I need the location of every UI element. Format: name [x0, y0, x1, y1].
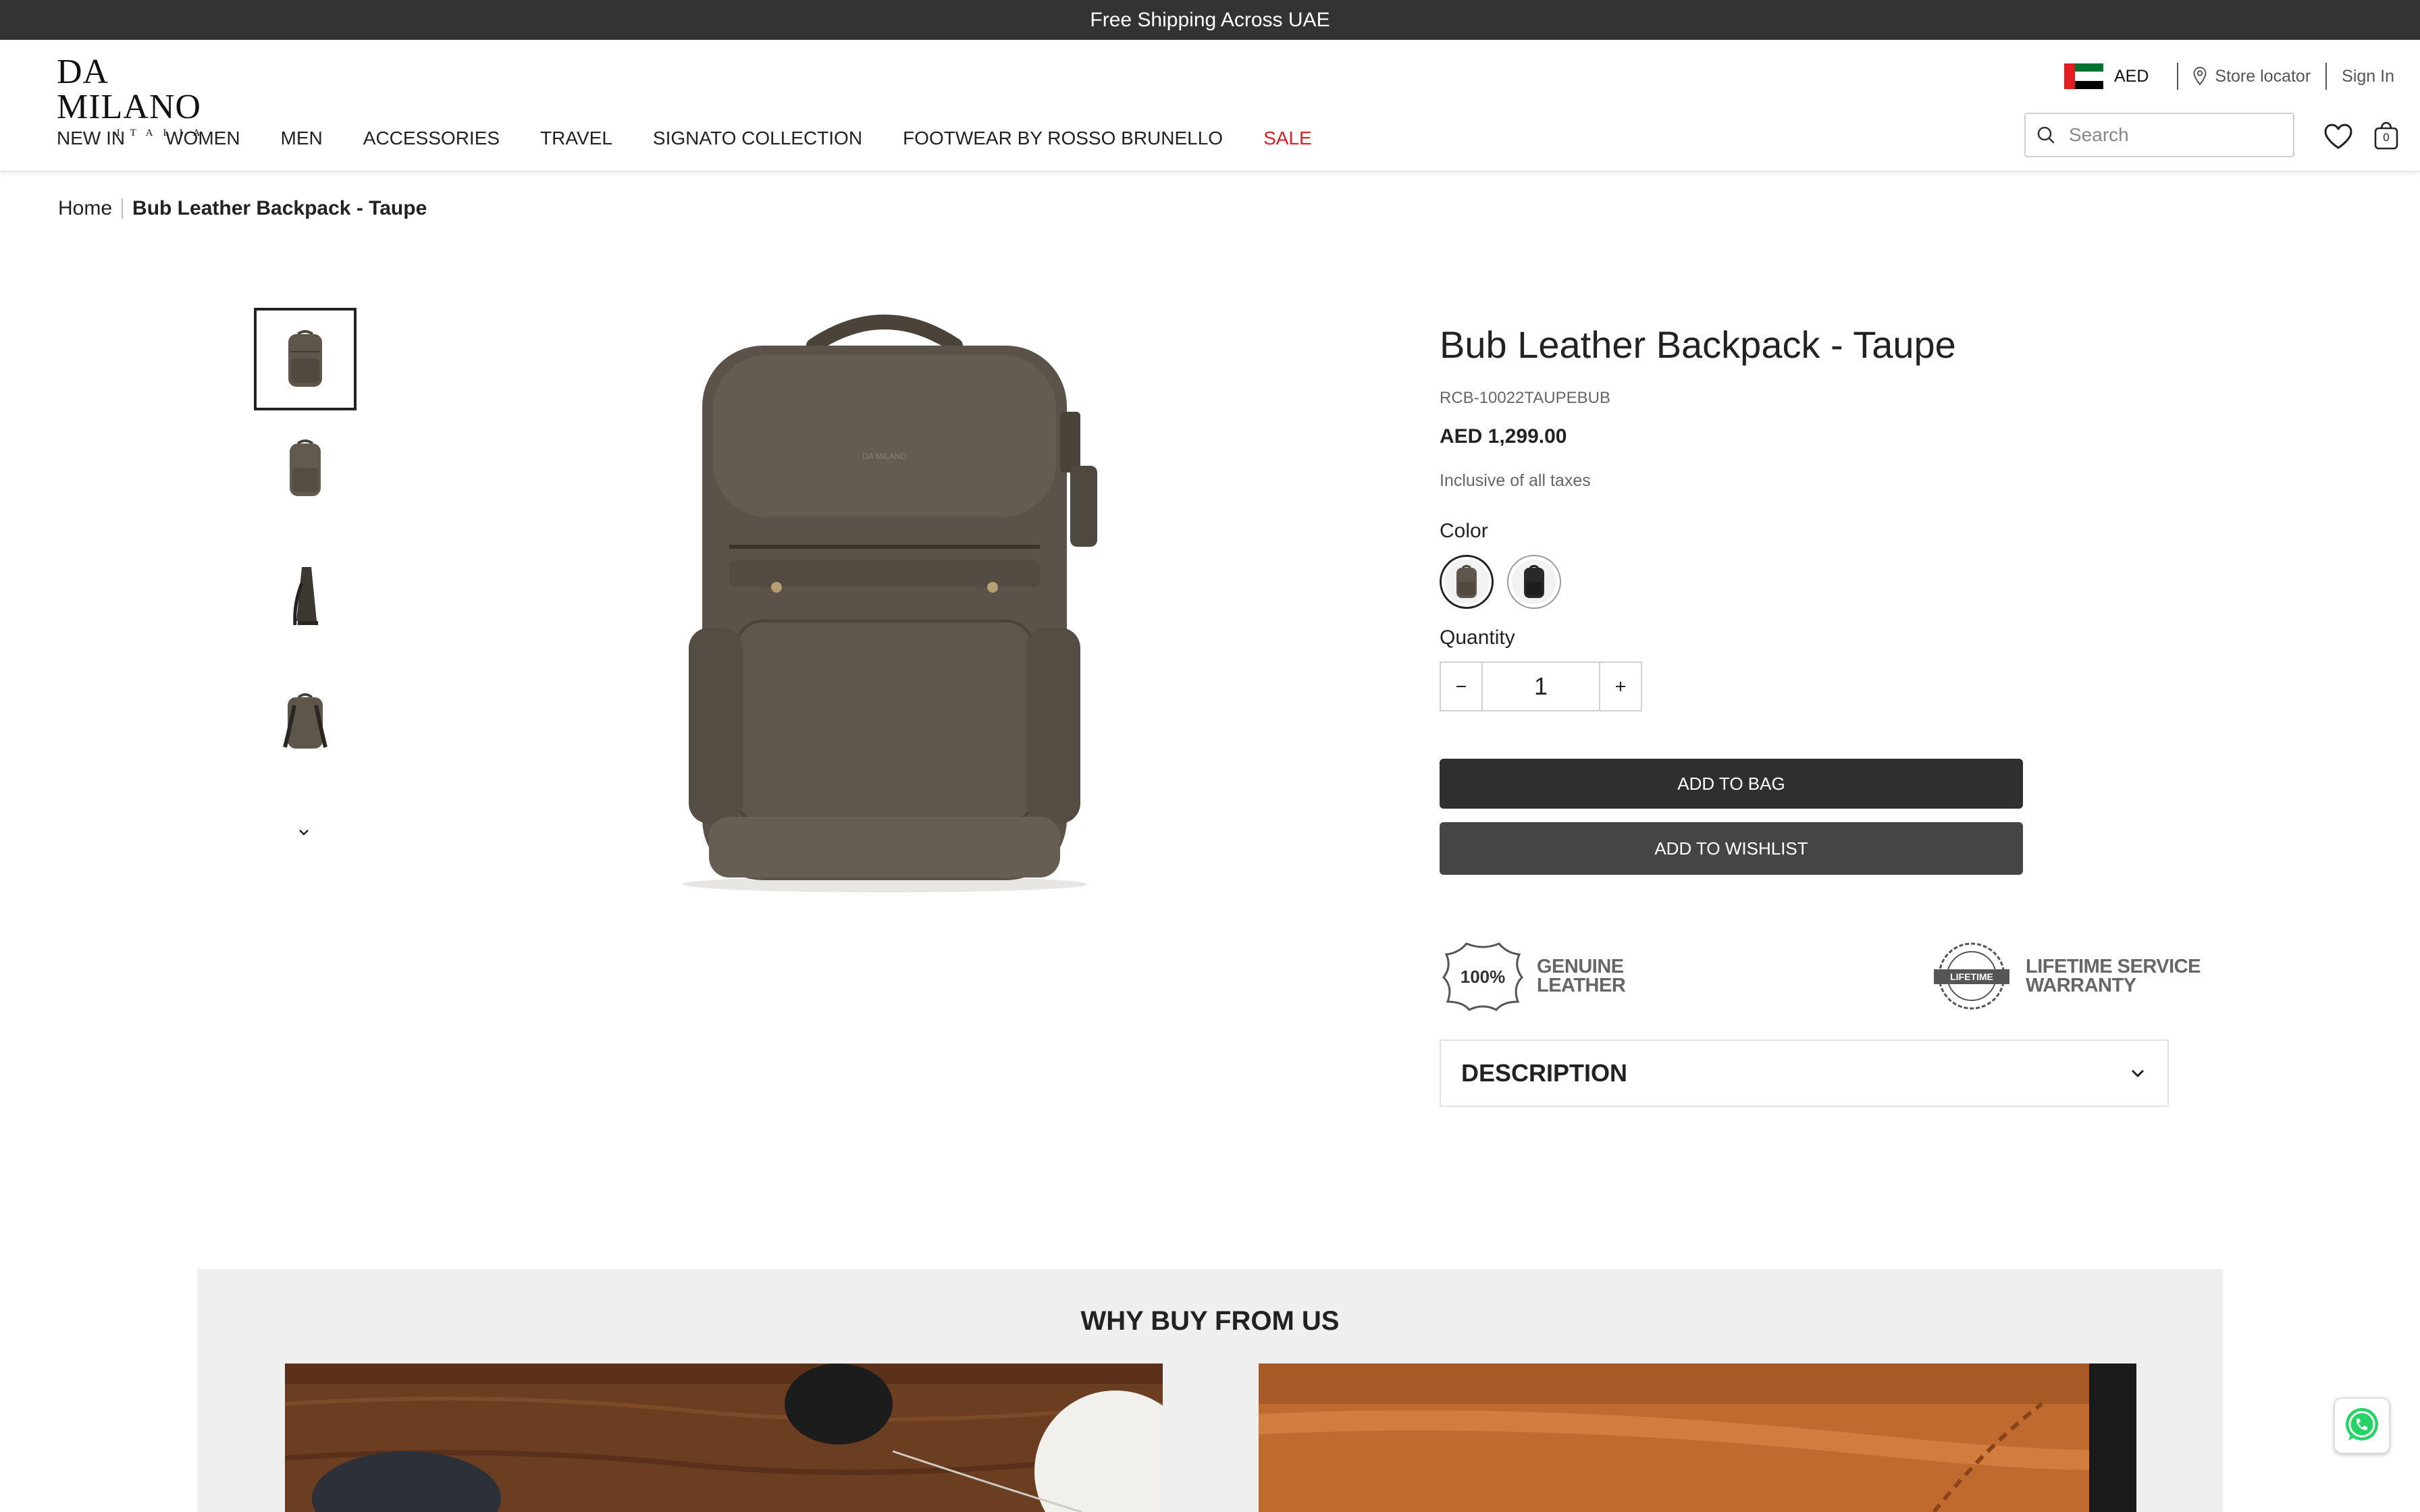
black-backpack-swatch-image: [1524, 565, 1544, 598]
add-to-wishlist-button[interactable]: ADD TO WISHLIST: [1440, 822, 2023, 875]
location-pin-icon: [2193, 67, 2207, 86]
color-swatch-black[interactable]: [1507, 555, 1561, 609]
main-nav: NEW IN WOMEN MEN ACCESSORIES TRAVEL SIGN…: [57, 128, 1352, 149]
search-icon: [2037, 126, 2055, 144]
shopping-bag-button[interactable]: 0: [2373, 121, 2400, 151]
why-buy-section: WHY BUY FROM US: [197, 1269, 2223, 1512]
breadcrumb-current: Bub Leather Backpack - Taupe: [132, 197, 427, 219]
svg-text:DA MILANO: DA MILANO: [862, 452, 906, 461]
logo[interactable]: DA MILANO ITALIA: [57, 55, 259, 139]
search-box[interactable]: [2024, 113, 2294, 157]
nav-item-accessories[interactable]: ACCESSORIES: [363, 128, 500, 149]
increase-quantity-button[interactable]: [1600, 663, 1641, 710]
sign-in-link[interactable]: Sign In: [2342, 67, 2394, 86]
divider: [2177, 63, 2179, 90]
taupe-backpack-swatch-image: [1456, 565, 1477, 598]
badge-icon-text: 100%: [1461, 967, 1506, 987]
nav-item-new-in[interactable]: NEW IN: [57, 128, 125, 149]
uae-flag-icon[interactable]: [2064, 63, 2103, 89]
leather-detail-image: [1259, 1364, 2136, 1512]
genuine-leather-badge: 100% GENUINE LEATHER: [1440, 940, 1626, 1013]
leather-hide-icon: 100%: [1442, 942, 1523, 1011]
backpack-angle-thumbnail: [290, 439, 321, 496]
backpack-back-thumbnail: [283, 693, 327, 749]
announcement-text: Free Shipping Across UAE: [1090, 8, 1330, 31]
tax-note: Inclusive of all taxes: [1440, 471, 1591, 490]
product-price: AED 1,299.00: [1440, 425, 1567, 448]
product-main-image: DA MILANO: [682, 315, 1097, 892]
cart-count: 0: [2383, 131, 2390, 144]
whatsapp-icon: [2346, 1408, 2378, 1440]
description-accordion[interactable]: DESCRIPTION: [1440, 1040, 2169, 1107]
badge-line-2: LEATHER: [1537, 975, 1626, 996]
product-sku: RCB-10022TAUPEBUB: [1440, 389, 1610, 407]
leather-stitching-photo: [1259, 1364, 2136, 1512]
nav-item-sale[interactable]: SALE: [1263, 128, 1312, 149]
site-header: DA MILANO ITALIA AED Store locator Sign …: [0, 40, 2420, 172]
quantity-stepper: 1: [1440, 662, 1642, 711]
quantity-value[interactable]: 1: [1481, 663, 1600, 710]
badge-line-2: WARRANTY: [2026, 975, 2136, 996]
announcement-bar: Free Shipping Across UAE: [0, 0, 2420, 40]
craftsmanship-image: [285, 1364, 1163, 1512]
quantity-label: Quantity: [1440, 626, 1515, 649]
product-title: Bub Leather Backpack - Taupe: [1440, 323, 1956, 366]
wishlist-heart-icon[interactable]: [2323, 123, 2353, 150]
badge-line-1: LIFETIME SERVICE: [2026, 956, 2201, 977]
utility-bar: AED Store locator Sign In: [2064, 57, 2394, 95]
product-thumbnail[interactable]: [254, 671, 357, 774]
backpack-front-thumbnail: [288, 330, 322, 387]
chevron-down-icon: [2131, 1069, 2145, 1078]
search-input[interactable]: [2069, 124, 2271, 146]
nav-item-women[interactable]: WOMEN: [165, 128, 240, 149]
minus-icon: [1456, 686, 1466, 687]
breadcrumb-separator: [122, 198, 124, 219]
color-label: Color: [1440, 520, 1488, 542]
currency-selector[interactable]: AED: [2114, 67, 2149, 86]
nav-item-men[interactable]: MEN: [281, 128, 323, 149]
leather-tools-photo: [285, 1364, 1163, 1512]
breadcrumb-home[interactable]: Home: [58, 197, 112, 220]
chevron-down-icon[interactable]: [292, 825, 316, 841]
warranty-seal-icon: LIFETIME: [1934, 942, 2009, 1010]
product-thumbnail[interactable]: [254, 308, 357, 410]
description-label: DESCRIPTION: [1461, 1059, 1628, 1087]
backpack-side-thumbnail: [293, 567, 318, 626]
add-to-bag-button[interactable]: ADD TO BAG: [1440, 759, 2023, 809]
lifetime-warranty-badge: LIFETIME LIFETIME SERVICE WARRANTY: [1928, 940, 2201, 1013]
plus-icon: [1616, 682, 1625, 691]
store-locator-link[interactable]: Store locator: [2215, 67, 2311, 86]
logo-main-text: DA MILANO: [57, 53, 201, 126]
nav-item-signato-collection[interactable]: SIGNATO COLLECTION: [653, 128, 862, 149]
breadcrumb: Home Bub Leather Backpack - Taupe: [58, 197, 427, 220]
why-buy-title: WHY BUY FROM US: [1080, 1306, 1340, 1336]
badge-line-1: GENUINE: [1537, 956, 1624, 977]
product-thumbnail[interactable]: [254, 544, 357, 647]
nav-item-footwear[interactable]: FOOTWEAR BY ROSSO BRUNELLO: [903, 128, 1223, 149]
whatsapp-chat-button[interactable]: [2334, 1397, 2390, 1454]
badge-icon-text: LIFETIME: [1950, 971, 1993, 982]
color-swatch-taupe[interactable]: [1440, 555, 1494, 609]
divider: [2325, 63, 2327, 90]
nav-item-travel[interactable]: TRAVEL: [540, 128, 612, 149]
product-thumbnail[interactable]: [254, 417, 357, 520]
decrease-quantity-button[interactable]: [1441, 663, 1481, 710]
